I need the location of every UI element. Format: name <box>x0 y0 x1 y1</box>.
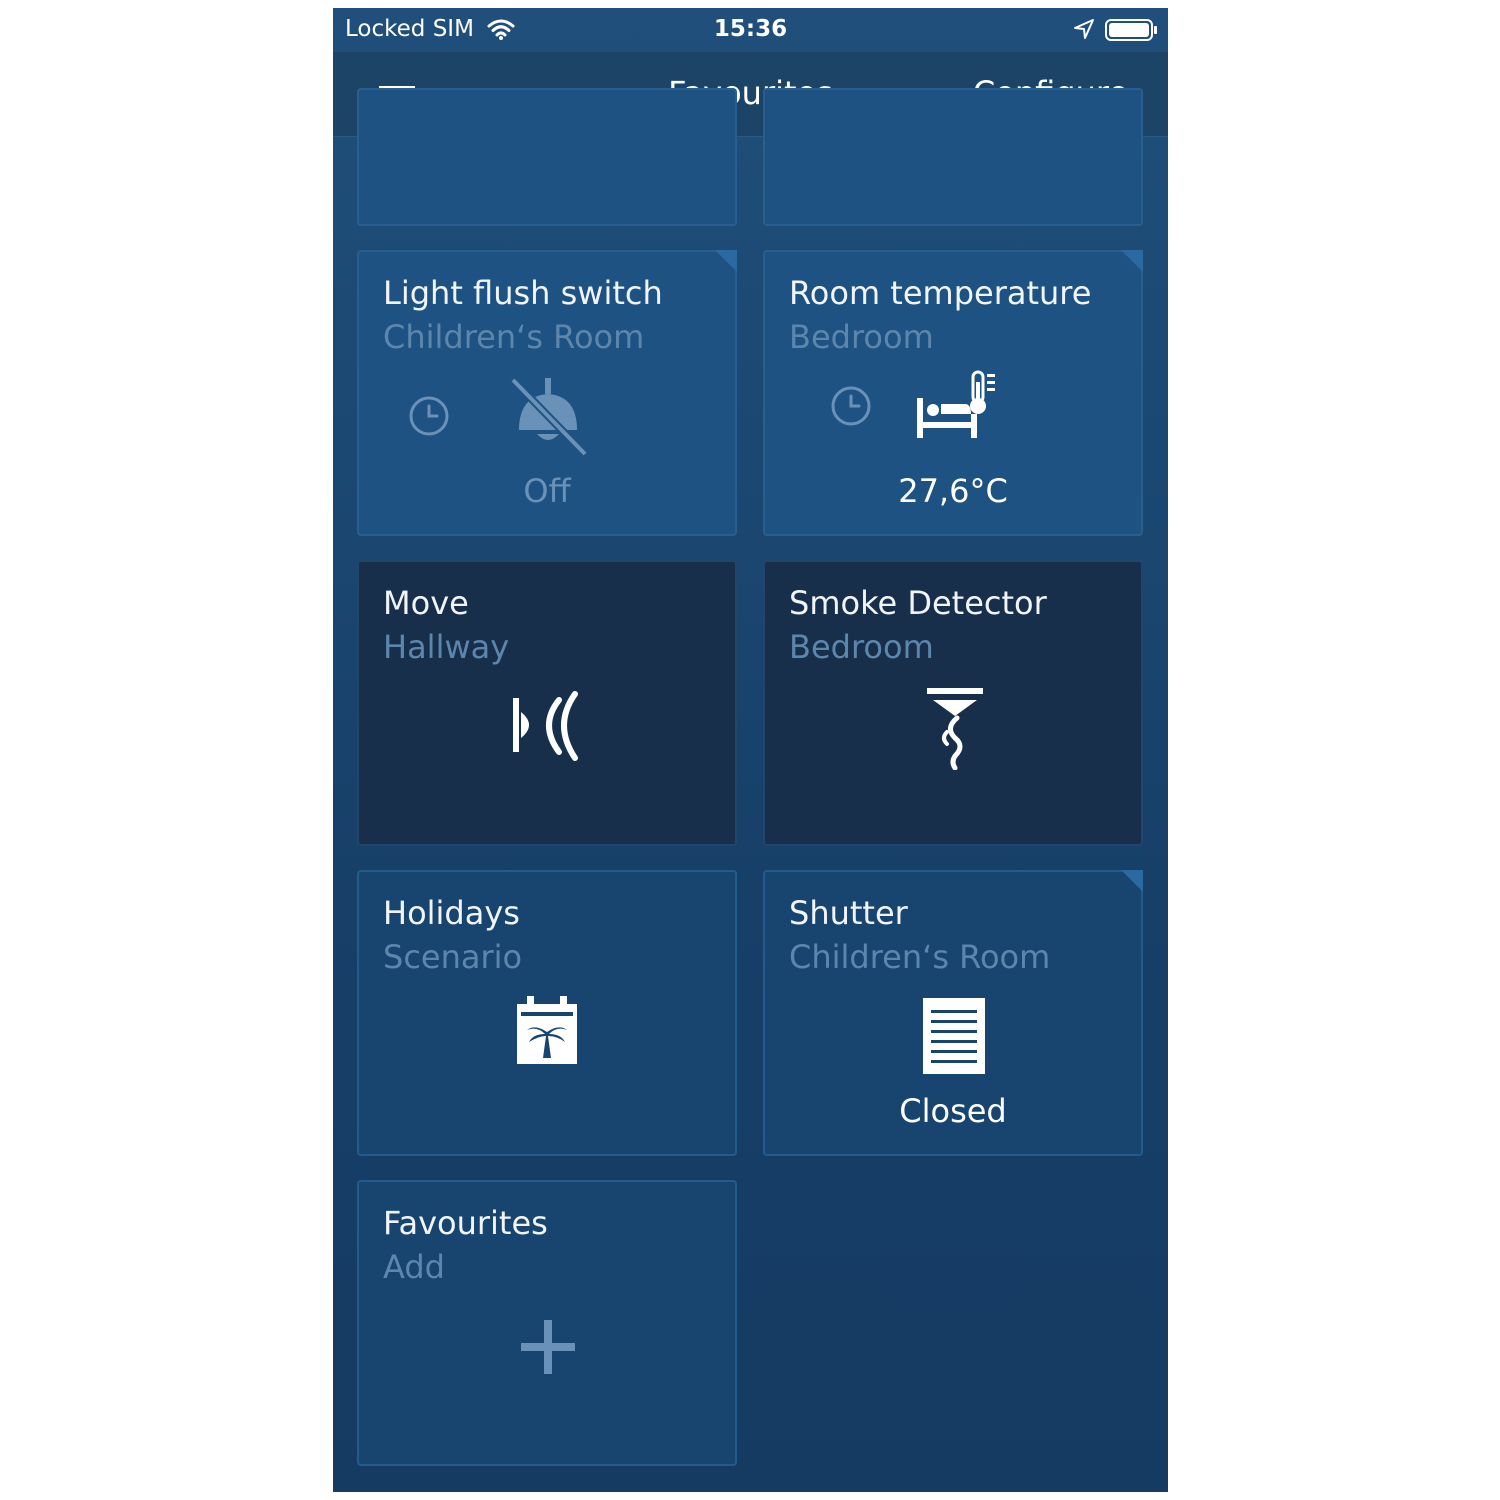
tile-value: 27,6°C <box>898 472 1008 510</box>
tile-subtitle: Bedroom <box>789 628 934 666</box>
tile-title: Favourites <box>383 1204 548 1242</box>
battery-icon <box>1105 19 1157 41</box>
motion-sensor-icon <box>513 691 578 761</box>
tile-title: Light flush switch <box>383 274 663 312</box>
tile-title: Holidays <box>383 894 520 932</box>
tile-subtitle: Bedroom <box>789 318 934 356</box>
clock-icon <box>831 386 871 426</box>
tile-subtitle: Add <box>383 1248 445 1286</box>
tile-title: Room temperature <box>789 274 1092 312</box>
tile-value: Off <box>523 472 571 510</box>
plus-icon <box>521 1320 575 1374</box>
tile-partial-right[interactable] <box>763 88 1143 226</box>
tile-title: Shutter <box>789 894 908 932</box>
shutter-icon <box>923 998 985 1074</box>
tile-light-flush-switch[interactable]: Light flush switch Children‘s Room Off <box>357 250 737 536</box>
tile-room-temperature[interactable]: Room temperature Bedroom 27,6°C <box>763 250 1143 536</box>
bed-thermometer-icon <box>917 370 995 438</box>
status-time: 15:36 <box>713 16 788 42</box>
tile-smoke-detector[interactable]: Smoke Detector Bedroom <box>763 560 1143 846</box>
tile-shutter[interactable]: Shutter Children‘s Room Closed <box>763 870 1143 1156</box>
tile-corner-fold <box>1121 870 1143 892</box>
tile-subtitle: Children‘s Room <box>383 318 645 356</box>
phone-screen: Locked SIM 15:36 1 Favourites <box>333 8 1168 1492</box>
tile-title: Move <box>383 584 469 622</box>
tile-corner-fold <box>1121 250 1143 272</box>
light-off-icon <box>510 377 588 457</box>
tile-subtitle: Scenario <box>383 938 523 976</box>
tile-partial-left[interactable] <box>357 88 737 226</box>
location-arrow-icon <box>1074 19 1094 39</box>
tile-subtitle: Hallway <box>383 628 510 666</box>
tile-corner-fold <box>715 250 737 272</box>
tile-title: Smoke Detector <box>789 584 1047 622</box>
clock-icon <box>409 396 449 436</box>
tile-holidays[interactable]: Holidays Scenario <box>357 870 737 1156</box>
status-bar: Locked SIM 15:36 <box>333 8 1168 52</box>
smoke-detector-icon <box>927 688 983 770</box>
tile-move[interactable]: Move Hallway <box>357 560 737 846</box>
tile-subtitle: Children‘s Room <box>789 938 1051 976</box>
tile-value: Closed <box>899 1092 1007 1130</box>
tile-add-favourite[interactable]: Favourites Add <box>357 1180 737 1466</box>
holiday-calendar-icon <box>517 996 577 1064</box>
